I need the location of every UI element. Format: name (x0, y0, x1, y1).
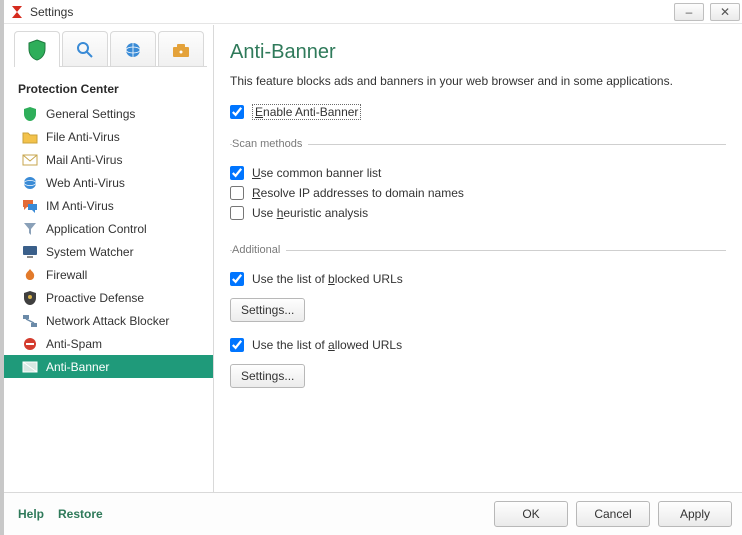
resolve-ip-label[interactable]: Resolve IP addresses to domain names (252, 186, 464, 200)
sidebar-item-label: Proactive Defense (46, 291, 144, 305)
blocked-urls-label[interactable]: Use the list of blocked URLs (252, 272, 403, 286)
tab-advanced[interactable] (158, 31, 204, 67)
banner-icon (22, 359, 38, 375)
dark-shield-icon (22, 290, 38, 306)
tab-protection[interactable] (14, 31, 60, 67)
resolve-ip-checkbox[interactable] (230, 186, 244, 200)
cancel-button[interactable]: Cancel (576, 501, 650, 527)
shield-small-icon (22, 106, 38, 122)
allowed-settings-button[interactable]: Settings... (230, 364, 305, 388)
network-icon (22, 313, 38, 329)
enable-checkbox[interactable] (230, 105, 244, 119)
content-pane: Anti-Banner This feature blocks ads and … (214, 25, 742, 492)
scan-methods-group: Scan methods Use common banner list Reso… (230, 138, 726, 226)
ok-button[interactable]: OK (494, 501, 568, 527)
sidebar-item-file-av[interactable]: File Anti-Virus (4, 125, 213, 148)
page-description: This feature blocks ads and banners in y… (230, 74, 726, 88)
additional-legend: Additional (232, 244, 286, 256)
sidebar-item-label: IM Anti-Virus (46, 199, 114, 213)
blocked-urls-checkbox[interactable] (230, 272, 244, 286)
sidebar-section-title: Protection Center (4, 68, 213, 102)
firewall-icon (22, 267, 38, 283)
sidebar-item-network-attack[interactable]: Network Attack Blocker (4, 309, 213, 332)
toolbox-icon (171, 41, 191, 59)
folder-icon (22, 129, 38, 145)
window-title: Settings (30, 5, 73, 19)
sidebar-item-label: General Settings (46, 107, 135, 121)
sidebar-item-web-av[interactable]: Web Anti-Virus (4, 171, 213, 194)
additional-group: Additional Use the list of blocked URLs … (230, 244, 726, 388)
enable-anti-banner-row: Enable Anti-Banner (230, 104, 726, 120)
sidebar-item-system-watcher[interactable]: System Watcher (4, 240, 213, 263)
mail-icon (22, 152, 38, 168)
blocked-settings-button[interactable]: Settings... (230, 298, 305, 322)
sidebar-item-label: Firewall (46, 268, 87, 282)
tab-update[interactable] (110, 31, 156, 67)
sidebar-item-label: Mail Anti-Virus (46, 153, 122, 167)
allowed-urls-checkbox[interactable] (230, 338, 244, 352)
sidebar-nav: General Settings File Anti-Virus Mail An… (4, 102, 213, 384)
sidebar-item-label: Network Attack Blocker (46, 314, 169, 328)
use-common-banner-list-checkbox[interactable] (230, 166, 244, 180)
restore-link[interactable]: Restore (58, 507, 103, 521)
sidebar-item-firewall[interactable]: Firewall (4, 263, 213, 286)
close-button[interactable]: ✕ (710, 3, 740, 21)
monitor-icon (22, 244, 38, 260)
footer: Help Restore OK Cancel Apply (4, 493, 742, 535)
sidebar-item-label: System Watcher (46, 245, 134, 259)
chat-icon (22, 198, 38, 214)
sidebar-tabs (4, 29, 213, 67)
tab-scan[interactable] (62, 31, 108, 67)
heuristic-checkbox[interactable] (230, 206, 244, 220)
sidebar-item-label: Anti-Spam (46, 337, 102, 351)
scan-methods-legend: Scan methods (232, 138, 308, 150)
sidebar-item-proactive-defense[interactable]: Proactive Defense (4, 286, 213, 309)
sidebar-item-anti-banner[interactable]: Anti-Banner (4, 355, 213, 378)
globe-small-icon (22, 175, 38, 191)
sidebar-item-label: Web Anti-Virus (46, 176, 125, 190)
page-title: Anti-Banner (230, 41, 726, 64)
app-icon (10, 5, 24, 19)
sidebar-item-general-settings[interactable]: General Settings (4, 102, 213, 125)
minimize-button[interactable]: – (674, 3, 704, 21)
enable-label[interactable]: Enable Anti-Banner (252, 104, 361, 120)
title-bar: Settings – ✕ (4, 0, 742, 24)
globe-icon (123, 40, 143, 60)
shield-icon (27, 39, 47, 61)
no-entry-icon (22, 336, 38, 352)
sidebar-item-label: Application Control (46, 222, 147, 236)
sidebar-item-label: Anti-Banner (46, 360, 109, 374)
use-common-banner-list-label[interactable]: Use common banner list (252, 166, 381, 180)
sidebar: Protection Center General Settings File … (4, 25, 214, 492)
magnifier-icon (75, 40, 95, 60)
allowed-urls-label[interactable]: Use the list of allowed URLs (252, 338, 402, 352)
sidebar-item-label: File Anti-Virus (46, 130, 120, 144)
help-link[interactable]: Help (18, 507, 44, 521)
funnel-icon (22, 221, 38, 237)
apply-button[interactable]: Apply (658, 501, 732, 527)
sidebar-item-mail-av[interactable]: Mail Anti-Virus (4, 148, 213, 171)
heuristic-label[interactable]: Use heuristic analysis (252, 206, 368, 220)
sidebar-item-app-control[interactable]: Application Control (4, 217, 213, 240)
sidebar-item-anti-spam[interactable]: Anti-Spam (4, 332, 213, 355)
sidebar-item-im-av[interactable]: IM Anti-Virus (4, 194, 213, 217)
